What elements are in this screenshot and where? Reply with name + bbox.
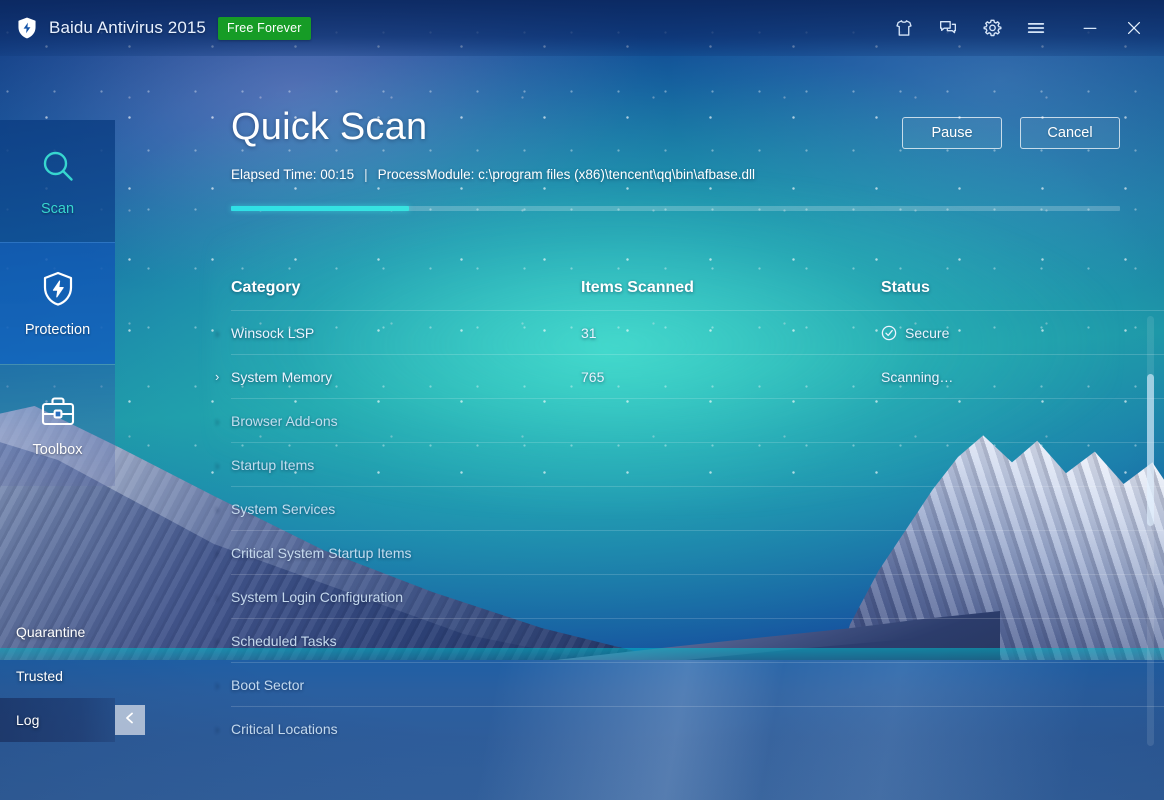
table-row[interactable]: › System Memory 765 Scanning…	[215, 354, 1164, 398]
sidebar-item-scan[interactable]: Scan	[0, 120, 115, 242]
title-bar: Baidu Antivirus 2015 Free Forever	[0, 0, 1164, 56]
scan-actions: Pause Cancel	[902, 117, 1120, 149]
expander-placeholder: ›	[215, 677, 220, 692]
sidebar-sub-label-trusted: Trusted	[16, 668, 63, 684]
close-icon[interactable]	[1112, 8, 1156, 48]
category-label: Startup Items	[231, 456, 315, 473]
sidebar-item-label-scan: Scan	[40, 200, 75, 217]
page-title: Quick Scan	[231, 106, 428, 148]
table-body: › Winsock LSP 31 Secure › System Memory 765 Sca…	[215, 310, 1164, 750]
sidebar-item-label-toolbox: Toolbox	[32, 442, 83, 458]
sidebar-sub-label-quarantine: Quarantine	[16, 624, 86, 640]
category-label: Critical Locations	[231, 720, 338, 737]
cell-category: › Browser Add-ons	[215, 412, 581, 429]
chevron-right-icon[interactable]: ›	[215, 369, 231, 384]
hamburger-menu-icon[interactable]	[1014, 8, 1058, 48]
titlebar-controls	[882, 8, 1156, 48]
expander-placeholder: ›	[215, 633, 220, 648]
category-label: Winsock LSP	[231, 324, 315, 341]
expander-placeholder: ›	[215, 721, 220, 736]
meta-separator: |	[364, 167, 368, 182]
shield-bolt-icon	[38, 269, 78, 314]
sidebar-item-log[interactable]: Log	[0, 698, 115, 742]
cell-category: › Scheduled Tasks	[215, 632, 581, 649]
cell-category: › Startup Items	[215, 456, 581, 473]
cell-category: › Critical Locations	[215, 720, 581, 737]
cell-items-scanned: 765	[581, 368, 605, 385]
cell-category: › Boot Sector	[215, 676, 581, 693]
sidebar-subnav: Quarantine Trusted Log	[0, 610, 115, 742]
table-row[interactable]: › Boot Sector	[215, 662, 1164, 706]
scan-status-line: Elapsed Time: 00:15 | ProcessModule: c:\pr…	[231, 167, 755, 182]
free-forever-badge: Free Forever	[218, 16, 311, 40]
sidebar-item-toolbox[interactable]: Toolbox	[0, 364, 115, 486]
sidebar-sub-label-log: Log	[16, 712, 40, 728]
cell-category: › Critical System Startup Items	[215, 544, 581, 561]
sidebar-item-quarantine[interactable]: Quarantine	[0, 610, 115, 654]
cell-category: › System Memory	[215, 368, 581, 385]
skin-icon[interactable]	[882, 8, 926, 48]
chevron-left-icon	[123, 711, 137, 730]
cell-category: › System Services	[215, 500, 581, 517]
app-window: Baidu Antivirus 2015 Free Forever Scan P…	[0, 0, 1164, 800]
table-row[interactable]: › System Services	[215, 486, 1164, 530]
category-label: System Memory	[231, 368, 333, 385]
main-content: Quick Scan Pause Cancel Elapsed Time: 00…	[115, 56, 1164, 800]
table-row[interactable]: › Winsock LSP 31 Secure	[215, 310, 1164, 354]
expander-placeholder: ›	[215, 545, 220, 560]
expander-placeholder: ›	[215, 501, 220, 516]
cancel-button[interactable]: Cancel	[1020, 117, 1120, 149]
scrollbar-thumb[interactable]	[1147, 374, 1154, 526]
elapsed-time-label: Elapsed Time: 00:15	[231, 167, 355, 182]
pause-button[interactable]: Pause	[902, 117, 1002, 149]
expander-placeholder: ›	[215, 589, 220, 604]
table-row[interactable]: › System Login Configuration	[215, 574, 1164, 618]
scan-progress-bar	[231, 206, 1120, 211]
sidebar-item-label-protection: Protection	[24, 322, 91, 338]
column-header-status: Status	[881, 279, 930, 296]
table-row[interactable]: › Critical Locations	[215, 706, 1164, 750]
scan-results-table: Category Items Scanned Status › Winsock L…	[215, 266, 1164, 750]
category-label: Critical System Startup Items	[231, 544, 412, 561]
table-row[interactable]: › Critical System Startup Items	[215, 530, 1164, 574]
toolbox-icon	[37, 393, 79, 434]
category-label: System Services	[231, 500, 336, 517]
cell-status: Secure	[881, 325, 1164, 341]
table-row[interactable]: › Startup Items	[215, 442, 1164, 486]
category-label: Scheduled Tasks	[231, 632, 337, 649]
expander-placeholder: ›	[215, 325, 220, 340]
table-row[interactable]: › Browser Add-ons	[215, 398, 1164, 442]
column-header-items-scanned: Items Scanned	[581, 279, 694, 296]
table-header-row: Category Items Scanned Status	[231, 266, 1164, 310]
scan-progress-fill	[231, 206, 409, 211]
magnifier-icon	[37, 146, 79, 193]
sidebar-item-trusted[interactable]: Trusted	[0, 654, 115, 698]
category-label: Boot Sector	[231, 676, 305, 693]
sidebar-collapse-button[interactable]	[115, 705, 145, 735]
process-module-label: ProcessModule: c:\program files (x86)\te…	[377, 167, 756, 182]
status-label: Scanning…	[881, 368, 954, 385]
shield-bolt-icon	[14, 15, 40, 41]
category-label: Browser Add-ons	[231, 412, 338, 429]
status-label: Secure	[905, 324, 950, 341]
cell-status: Scanning…	[881, 369, 1164, 385]
category-label: System Login Configuration	[231, 588, 403, 605]
expander-placeholder: ›	[215, 413, 220, 428]
gear-icon[interactable]	[970, 8, 1014, 48]
cell-category: › Winsock LSP	[215, 324, 581, 341]
check-circle-icon	[881, 325, 897, 341]
sidebar: Scan Protection Toolbox Quarantine Trust…	[0, 120, 115, 742]
table-row[interactable]: › Scheduled Tasks	[215, 618, 1164, 662]
column-header-category: Category	[231, 279, 301, 296]
cell-items-scanned: 31	[581, 324, 597, 341]
minimize-icon[interactable]	[1068, 8, 1112, 48]
app-title: Baidu Antivirus 2015	[49, 18, 206, 37]
feedback-icon[interactable]	[926, 8, 970, 48]
cell-category: › System Login Configuration	[215, 588, 581, 605]
expander-placeholder: ›	[215, 457, 220, 472]
sidebar-item-protection[interactable]: Protection	[0, 242, 115, 364]
